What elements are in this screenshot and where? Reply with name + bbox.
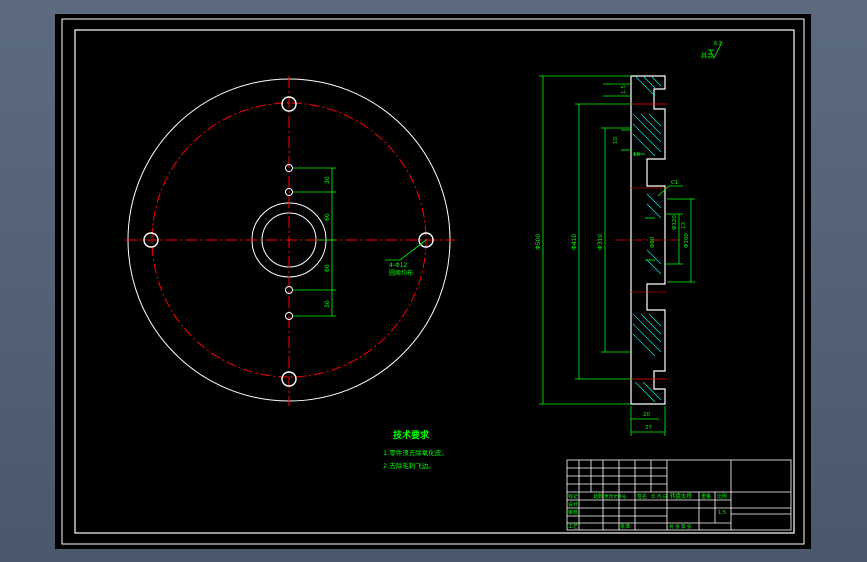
notes-item-1: 1.零件须去除氧化皮。 [383, 448, 448, 457]
hole-note-1: 4-Φ12 [389, 262, 408, 269]
surface-finish-value: 6.3 [714, 41, 722, 47]
tb-part-name: 转盘支撑 [670, 492, 693, 500]
notes-heading: 技术要求 [393, 429, 430, 441]
front-dimension-chain [293, 167, 336, 317]
tb-drawn: 设计 [568, 501, 578, 508]
tb-count: 处数 [593, 493, 603, 500]
section-view: Φ500 Φ410 Φ310 Φ80 Φ100 Φ120 20 27 1.5 1… [535, 41, 723, 436]
section-hatch [632, 75, 662, 403]
technical-notes: 技术要求 1.零件须去除氧化皮。 2.去除毛刺飞边。 [383, 429, 448, 470]
dim-recess-depth: 10 [633, 152, 640, 158]
tb-scale-value: 1:5 [718, 510, 726, 516]
dim-overall-dia: Φ500 [535, 234, 542, 250]
dim-step-dia: Φ120 [672, 215, 678, 230]
tb-scale-label: 比例 [717, 493, 727, 500]
cad-drawing: 30 60 60 30 4-Φ12 圆周均布 Φ500 Φ410 Φ310 Φ8… [61, 18, 805, 545]
dim-front-2: 60 [324, 213, 331, 221]
tb-sheet: 共 张 第 张 [669, 523, 692, 530]
dim-front-4: 30 [324, 300, 331, 308]
dim-front-1: 30 [324, 176, 331, 184]
dim-top-slot: 10 [613, 137, 619, 144]
surface-finish-label: 其余 [701, 52, 713, 60]
section-dimension-lines [539, 75, 695, 436]
tb-change-doc: 更改文件号 [604, 493, 627, 500]
dim-top-side: 1.5 [621, 85, 627, 94]
tb-approved: 批准 [620, 523, 630, 530]
dim-bolt-circle-dia: Φ410 [571, 234, 578, 250]
cad-viewport[interactable]: 30 60 60 30 4-Φ12 圆周均布 Φ500 Φ410 Φ310 Φ8… [55, 14, 811, 549]
tb-mark: 标记 [568, 493, 578, 500]
inner-frame [74, 29, 795, 534]
dim-front-3: 60 [324, 264, 331, 272]
notes-item-2: 2.去除毛刺飞边。 [383, 461, 435, 470]
tb-checked: 审核 [568, 509, 578, 516]
dim-hub-dia: Φ100 [684, 233, 690, 248]
tb-weight-label: 重量 [701, 493, 711, 500]
dim-bottom-inner: 20 [643, 412, 650, 418]
dim-bore-dia: Φ80 [650, 236, 656, 248]
tb-process: 工艺 [568, 524, 578, 530]
hole-note-2: 圆周均布 [389, 269, 413, 277]
dim-bore-len: 13 [681, 222, 687, 229]
dim-recess-dia: Φ310 [597, 234, 604, 250]
dim-bottom-outer: 27 [645, 425, 652, 431]
tb-sign: 签名 [637, 493, 647, 500]
tb-date: 年.月.日 [651, 493, 667, 500]
front-view: 30 60 60 30 4-Φ12 圆周均布 [125, 76, 455, 406]
dim-chamfer: C1 [671, 180, 678, 186]
